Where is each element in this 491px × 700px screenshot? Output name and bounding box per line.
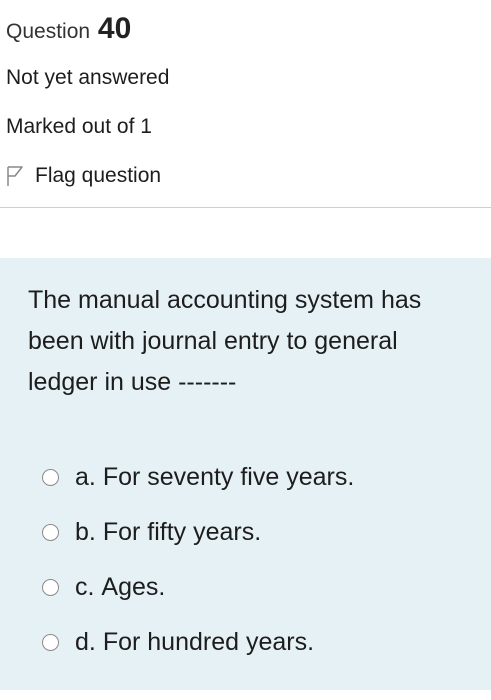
answer-option-c[interactable]: c. Ages. [42,560,354,615]
option-letter: a. [75,463,96,491]
option-text: Ages. [101,573,166,601]
answer-options: a. For seventy five years. b. For fifty … [42,450,354,670]
question-text: The manual accounting system has been wi… [28,286,422,396]
answer-option-b[interactable]: b. For fifty years. [42,505,354,560]
question-grade: Marked out of 1 [6,115,152,138]
answer-option-d[interactable]: d. For hundred years. [42,615,354,670]
option-text: For hundred years. [102,628,315,656]
option-letter: c. [75,573,95,601]
question-state: Not yet answered [6,66,170,89]
radio-button[interactable] [42,469,59,486]
option-letter: b. [75,518,96,546]
option-text: For seventy five years. [102,463,355,491]
question-info-panel: Question 40 Not yet answered Marked out … [0,0,491,208]
flag-icon [7,166,23,186]
flag-question-link[interactable]: Flag question [6,164,161,188]
flag-question-label: Flag question [35,164,162,187]
radio-button[interactable] [42,634,59,651]
question-heading: Question 40 [6,12,131,46]
option-letter: d. [75,628,96,656]
question-content: The manual accounting system has been wi… [0,258,491,690]
answer-option-a[interactable]: a. For seventy five years. [42,450,354,505]
option-text: For fifty years. [102,518,262,546]
question-number: 40 [97,12,132,45]
question-label: Question [6,20,91,43]
radio-button[interactable] [42,524,59,541]
radio-button[interactable] [42,579,59,596]
